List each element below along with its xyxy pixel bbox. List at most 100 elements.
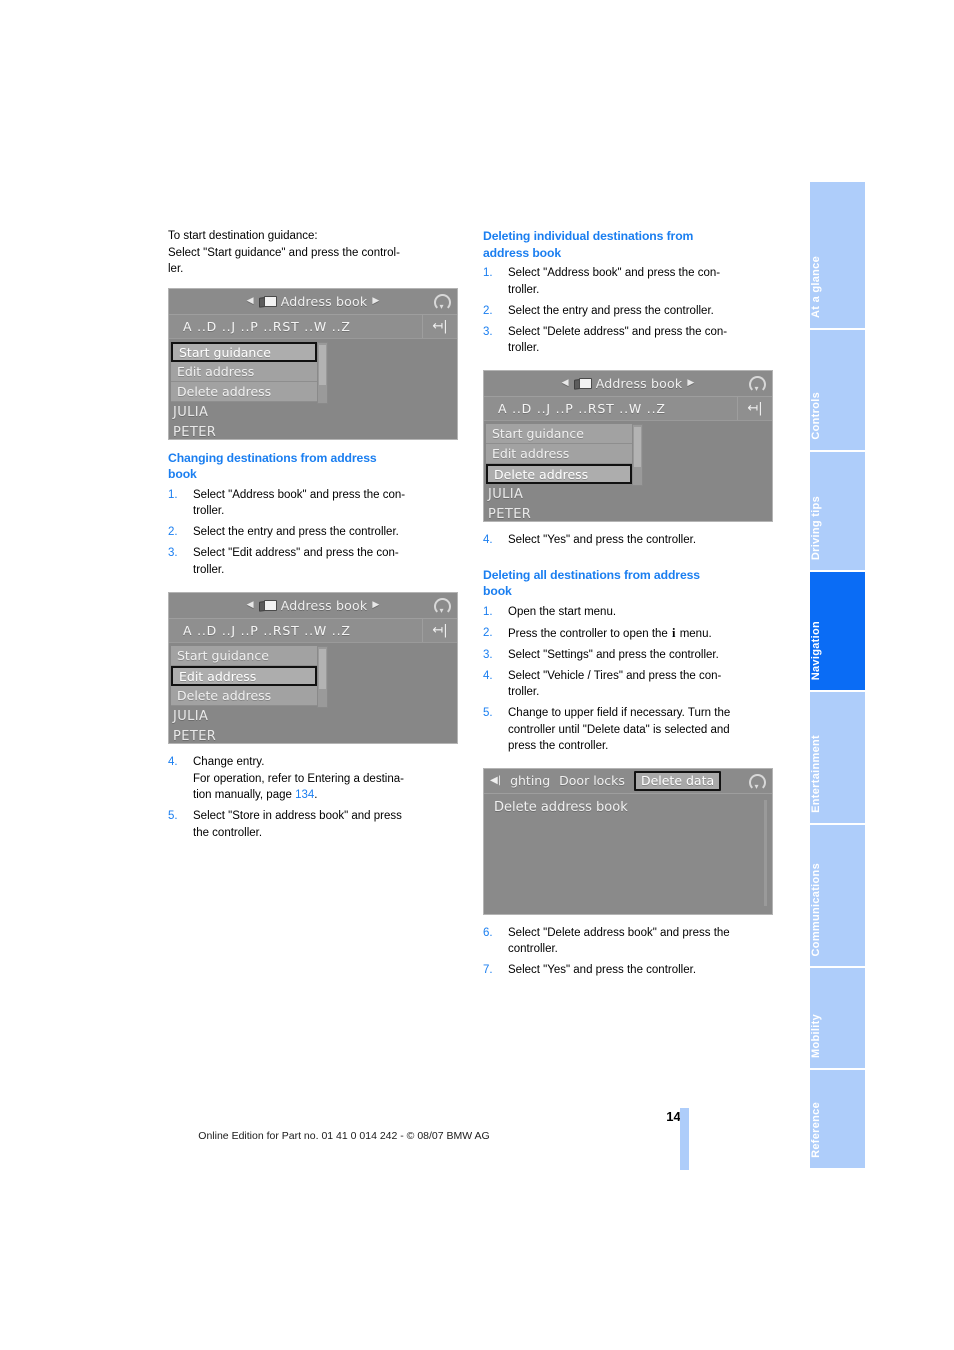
step-text: Select "Store in address book" and press: [193, 810, 402, 822]
step-text-cont-2: press the controller.: [508, 740, 609, 752]
sidebar-item-mobility[interactable]: Mobility: [810, 968, 865, 1070]
screenshot-title-bar: ◀ Address book ▶ ▾: [484, 370, 772, 397]
step-number: 3.: [483, 648, 493, 661]
menu-item-edit-address[interactable]: Edit address: [171, 361, 317, 382]
intro-line-2: Select "Start guidance" and press the co…: [168, 246, 400, 259]
context-menu: Start guidance Edit address Delete addre…: [486, 423, 643, 486]
step-number: 1.: [483, 267, 493, 279]
step-text-post: menu.: [676, 627, 712, 640]
step-text-pre: tion manually, page: [193, 789, 296, 801]
sidebar-item-controls[interactable]: Controls: [810, 330, 865, 452]
sidebar-item-label: Entertainment: [810, 735, 822, 813]
step-text-cont-2: tion manually, page 134.: [193, 787, 458, 804]
menu-scrollbar[interactable]: [317, 646, 328, 708]
cursor-ring-icon: ▾: [434, 293, 451, 311]
sidebar-item-reference[interactable]: Reference: [810, 1070, 865, 1168]
menu-item-start-guidance[interactable]: Start guidance: [171, 646, 317, 666]
step-text-cont: troller.: [193, 563, 225, 576]
menu-item-start-guidance[interactable]: Start guidance: [486, 423, 632, 444]
step-number: 2.: [483, 304, 493, 317]
screenshot-title-bar: ◀ Address book ▶ ▾: [169, 288, 457, 315]
back-arrow-icon[interactable]: ↤|: [422, 314, 457, 338]
step-item: 6. Select "Delete address book" and pres…: [483, 925, 773, 958]
alphabet-bar[interactable]: A ..D ..J ..P ..RST ..W ..Z ↤|: [169, 619, 457, 643]
right-column: Deleting individual destinations from ad…: [483, 228, 773, 983]
step-text-post: .: [314, 789, 318, 801]
back-arrow-icon[interactable]: ↤|: [737, 396, 772, 420]
cursor-ring-icon: ▾: [434, 597, 451, 615]
menu-item-delete-address[interactable]: Delete address: [171, 381, 317, 402]
address-entry-julia[interactable]: JULIA: [173, 405, 208, 420]
screenshot-title: ◀ Address book ▶: [247, 598, 380, 613]
idrive-screenshot-delete-data: ◀| ghting Door locks Delete data ▾ Delet…: [483, 767, 773, 915]
manual-page: To start destination guidance: Select "S…: [0, 0, 954, 1350]
step-item: 5. Change to upper field if necessary. T…: [483, 705, 773, 755]
address-entry-julia[interactable]: JULIA: [173, 709, 208, 724]
step-text-cont: troller.: [508, 686, 540, 698]
menu-item-delete-address[interactable]: Delete address: [486, 463, 632, 484]
screenshot-body: Start guidance Edit address Delete addre…: [169, 643, 457, 743]
heading-line-1: Deleting all destinations from address: [483, 567, 700, 582]
delete-address-book-item[interactable]: Delete address book: [484, 794, 772, 815]
address-entry-peter[interactable]: PETER: [173, 425, 216, 439]
idrive-screenshot-delete-address: ◀ Address book ▶ ▾ A ..D ..J ..P ..RST .…: [483, 369, 773, 522]
heading-line-2: book: [483, 584, 512, 598]
right-arrow-icon: ▶: [372, 295, 380, 306]
address-entry-julia[interactable]: JULIA: [488, 487, 523, 502]
left-arrow-icon: ◀: [246, 600, 254, 610]
footer-text: Online Edition for Part no. 01 41 0 014 …: [198, 1130, 490, 1142]
address-entry-peter[interactable]: PETER: [488, 507, 531, 521]
settings-tab-door-locks[interactable]: Door locks: [559, 773, 625, 788]
left-column: To start destination guidance: Select "S…: [168, 228, 458, 846]
settings-tab-bar: ◀| ghting Door locks Delete data ▾: [484, 768, 772, 794]
menu-item-edit-address[interactable]: Edit address: [486, 443, 632, 464]
step-text: Select "Vehicle / Tires" and press the c…: [508, 669, 722, 682]
alphabet-bar-text: A ..D ..J ..P ..RST ..W ..Z: [183, 318, 351, 334]
step-item: 3. Select "Settings" and press the contr…: [483, 647, 773, 664]
steps-changing-destinations-cont: 4. Change entry. For operation, refer to…: [168, 754, 458, 841]
sidebar-item-driving-tips[interactable]: Driving tips: [810, 452, 865, 572]
screenshot-body: Start guidance Edit address Delete addre…: [169, 338, 457, 439]
step-text-cont: troller.: [508, 342, 540, 354]
settings-scrollbar[interactable]: [764, 799, 767, 906]
step-item: 5. Select "Store in address book" and pr…: [168, 808, 458, 841]
back-arrow-icon[interactable]: ↤|: [422, 619, 457, 642]
alphabet-bar[interactable]: A ..D ..J ..P ..RST ..W ..Z ↤|: [484, 396, 772, 421]
step-item: 2. Press the controller to open the i me…: [483, 625, 773, 643]
sidebar-item-navigation[interactable]: Navigation: [810, 572, 865, 692]
sidebar-item-entertainment[interactable]: Entertainment: [810, 692, 865, 825]
step-text: Select the entry and press the controlle…: [508, 304, 714, 317]
menu-scrollbar[interactable]: [632, 423, 643, 486]
address-book-icon: [259, 295, 277, 307]
right-arrow-icon: ▶: [687, 377, 695, 388]
sidebar-item-communications[interactable]: Communications: [810, 825, 865, 968]
settings-tab-lighting[interactable]: ghting: [510, 773, 550, 788]
sidebar-item-at-a-glance[interactable]: At a glance: [810, 182, 865, 330]
address-entry-peter[interactable]: PETER: [173, 729, 216, 743]
footer-accent-bar: [680, 1108, 689, 1170]
settings-tab-delete-data[interactable]: Delete data: [633, 770, 722, 791]
cursor-ring-icon: ▾: [749, 773, 766, 791]
step-number: 1.: [483, 605, 493, 618]
alphabet-bar[interactable]: A ..D ..J ..P ..RST ..W ..Z ↤|: [169, 314, 457, 339]
menu-item-edit-address[interactable]: Edit address: [171, 666, 317, 686]
step-text: Select "Edit address" and press the con-: [193, 547, 399, 559]
menu-scrollbar[interactable]: [317, 341, 328, 404]
step-text-cont: controller until "Delete data" is select…: [508, 723, 730, 736]
step-text: Select "Delete address book" and press t…: [508, 926, 730, 939]
intro-line-3: ler.: [168, 263, 184, 275]
step-text: Select "Yes" and press the controller.: [508, 964, 697, 976]
page-number: 143: [666, 1109, 688, 1124]
menu-item-delete-address[interactable]: Delete address: [171, 686, 317, 706]
context-menu: Start guidance Edit address Delete addre…: [171, 341, 328, 404]
page-reference-link[interactable]: 134: [295, 789, 314, 801]
sidebar-item-label: At a glance: [810, 256, 822, 318]
settings-body: Delete address book: [484, 793, 772, 914]
step-number: 3.: [483, 325, 493, 338]
step-item: 2. Select the entry and press the contro…: [483, 303, 773, 320]
step-text: Select "Settings" and press the controll…: [508, 648, 719, 661]
section-heading-changing-destinations: Changing destinations from address book: [168, 450, 458, 483]
step-text-cont: controller.: [508, 943, 558, 955]
menu-item-start-guidance[interactable]: Start guidance: [171, 341, 317, 362]
screenshot-body: Start guidance Edit address Delete addre…: [484, 420, 772, 521]
